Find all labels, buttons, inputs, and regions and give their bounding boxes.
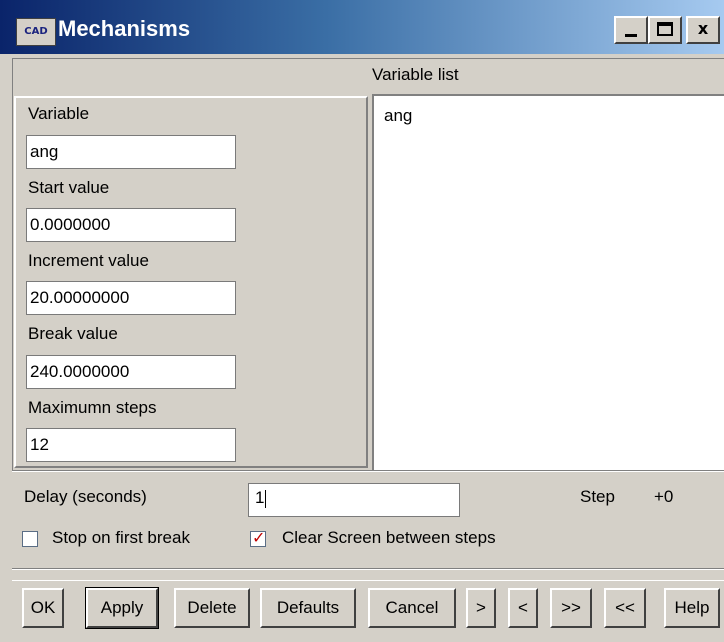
maximum-steps-label: Maximumn steps <box>28 398 157 417</box>
step-label: Step <box>580 487 615 506</box>
first-step-button[interactable]: << <box>604 588 646 628</box>
break-value-input[interactable] <box>26 355 236 389</box>
check-mark-icon: ✓ <box>252 528 266 547</box>
variable-label: Variable <box>28 104 90 123</box>
next-step-button[interactable]: > <box>466 588 496 628</box>
stop-on-first-break-label: Stop on first break <box>52 528 190 547</box>
divider <box>12 470 724 472</box>
variable-list-heading: Variable list <box>372 65 459 84</box>
delay-value: 1 <box>255 488 265 507</box>
stop-on-first-break-checkbox[interactable] <box>22 531 38 547</box>
variable-input[interactable] <box>26 135 236 169</box>
close-button[interactable]: x <box>686 16 720 44</box>
close-icon: x <box>697 19 709 38</box>
minimize-icon <box>625 34 637 37</box>
maximize-icon <box>657 22 673 36</box>
list-item[interactable]: ang <box>384 106 412 126</box>
clear-screen-label: Clear Screen between steps <box>282 528 496 547</box>
previous-step-button[interactable]: < <box>508 588 538 628</box>
maximize-button[interactable] <box>648 16 682 44</box>
start-value-label: Start value <box>28 178 110 197</box>
apply-button[interactable]: Apply <box>85 587 159 629</box>
window-title: Mechanisms <box>58 16 191 41</box>
last-step-button[interactable]: >> <box>550 588 592 628</box>
clear-screen-checkbox[interactable]: ✓ <box>250 528 266 547</box>
increment-value-label: Increment value <box>28 251 149 270</box>
stop-on-first-break-option[interactable]: Stop on first break <box>22 527 238 551</box>
title-bar[interactable]: CAD Mechanisms x <box>0 0 724 54</box>
mechanisms-dialog: CAD Mechanisms x Variable list Variable … <box>0 0 724 642</box>
defaults-button[interactable]: Defaults <box>260 588 356 628</box>
maximum-steps-input[interactable] <box>26 428 236 462</box>
minimize-button[interactable] <box>614 16 648 44</box>
help-button[interactable]: Help <box>664 588 720 628</box>
break-value-label: Break value <box>28 324 118 343</box>
delay-input[interactable]: 1 <box>248 483 460 517</box>
start-value-input[interactable] <box>26 208 236 242</box>
delete-button[interactable]: Delete <box>174 588 250 628</box>
increment-value-input[interactable] <box>26 281 236 315</box>
app-logo-icon: CAD <box>16 18 56 46</box>
divider <box>12 568 724 570</box>
ok-button[interactable]: OK <box>22 588 64 628</box>
step-value: +0 <box>654 487 674 506</box>
variable-list[interactable]: ang <box>372 94 724 470</box>
clear-screen-option[interactable]: ✓ Clear Screen between steps <box>250 527 570 551</box>
text-caret <box>265 489 267 508</box>
delay-label: Delay (seconds) <box>24 487 147 506</box>
cancel-button[interactable]: Cancel <box>368 588 456 628</box>
